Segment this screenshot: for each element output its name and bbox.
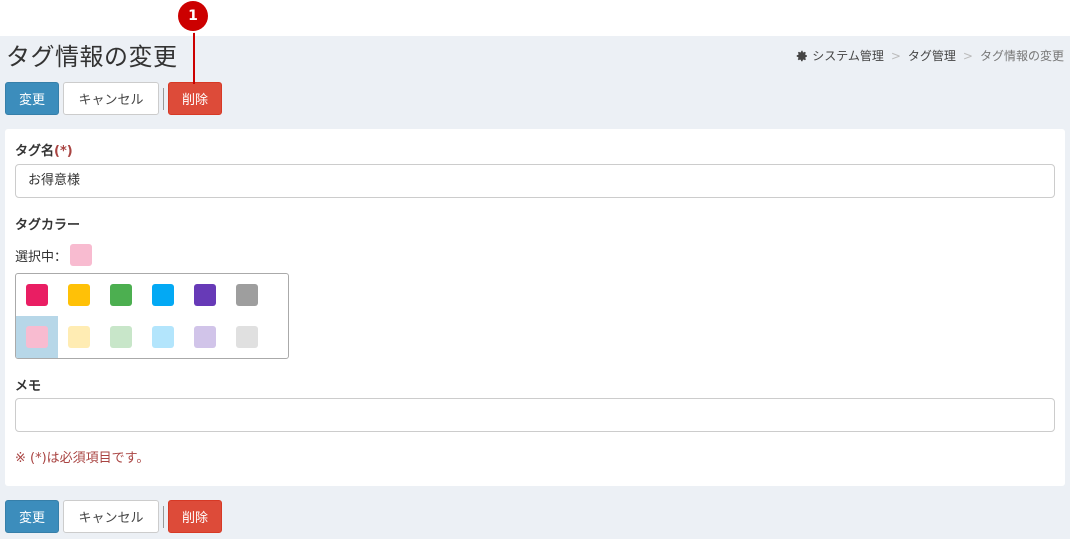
color-swatch — [236, 326, 258, 348]
breadcrumb-current: タグ情報の変更 — [979, 49, 1064, 63]
tag-name-label-text: タグ名 — [15, 144, 55, 159]
update-button-bottom[interactable]: 変更 — [5, 500, 59, 533]
annotation-badge: 1 — [178, 1, 208, 31]
color-swatch — [110, 326, 132, 348]
color-swatch-option[interactable] — [184, 274, 226, 316]
delete-button-bottom[interactable]: 削除 — [168, 500, 222, 533]
color-swatch-option[interactable] — [16, 316, 58, 358]
color-swatch-option[interactable] — [226, 316, 268, 358]
tag-name-label: タグ名(*) — [15, 140, 73, 159]
color-swatch-option[interactable] — [142, 316, 184, 358]
color-swatch — [194, 326, 216, 348]
color-swatch-option[interactable] — [100, 316, 142, 358]
color-palette — [15, 273, 289, 359]
color-swatch-option[interactable] — [142, 274, 184, 316]
color-swatch — [110, 284, 132, 306]
color-swatch — [26, 284, 48, 306]
tag-name-input[interactable]: お得意様 — [15, 164, 1055, 198]
page-title: タグ情報の変更 — [6, 43, 178, 71]
color-swatch-option[interactable] — [58, 274, 100, 316]
color-swatch — [152, 326, 174, 348]
top-strip — [0, 0, 1070, 36]
color-swatch-option[interactable] — [184, 316, 226, 358]
color-swatch — [26, 326, 48, 348]
top-toolbar: 変更 キャンセル 削除 — [5, 82, 222, 115]
selected-color-swatch — [70, 244, 93, 266]
memo-input[interactable] — [15, 398, 1055, 432]
breadcrumb-separator: > — [962, 48, 973, 63]
color-swatch — [68, 284, 90, 306]
breadcrumb: システム管理 > タグ管理 > タグ情報の変更 — [796, 47, 1064, 64]
form-panel: タグ名(*) お得意様 タグカラー 選択中： メモ ※ (*)は必須項目です。 — [5, 129, 1065, 486]
required-note: ※ (*)は必須項目です。 — [15, 451, 150, 466]
cancel-button[interactable]: キャンセル — [63, 82, 159, 115]
toolbar-divider — [163, 87, 164, 110]
required-mark: (*) — [54, 144, 73, 159]
cancel-button-bottom[interactable]: キャンセル — [63, 500, 159, 533]
color-swatch — [236, 284, 258, 306]
color-swatch-option[interactable] — [100, 274, 142, 316]
selected-color-label: 選択中： — [15, 249, 68, 265]
toolbar-divider — [163, 505, 164, 528]
delete-button[interactable]: 削除 — [168, 82, 222, 115]
selected-color-row: 選択中： — [15, 244, 93, 266]
color-swatch-option[interactable] — [226, 274, 268, 316]
color-swatch — [68, 326, 90, 348]
memo-label: メモ — [15, 379, 42, 394]
color-swatch — [152, 284, 174, 306]
tag-color-label: タグカラー — [15, 218, 81, 233]
update-button[interactable]: 変更 — [5, 82, 59, 115]
color-swatch-option[interactable] — [58, 316, 100, 358]
breadcrumb-system-admin[interactable]: システム管理 — [812, 47, 884, 64]
breadcrumb-separator: > — [890, 48, 901, 63]
bottom-toolbar: 変更 キャンセル 削除 — [5, 500, 222, 533]
color-swatch — [194, 284, 216, 306]
breadcrumb-tag-management[interactable]: タグ管理 — [908, 47, 956, 64]
gear-icon — [796, 50, 808, 61]
color-swatch-option[interactable] — [16, 274, 58, 316]
annotation-pointer-line — [193, 24, 195, 84]
